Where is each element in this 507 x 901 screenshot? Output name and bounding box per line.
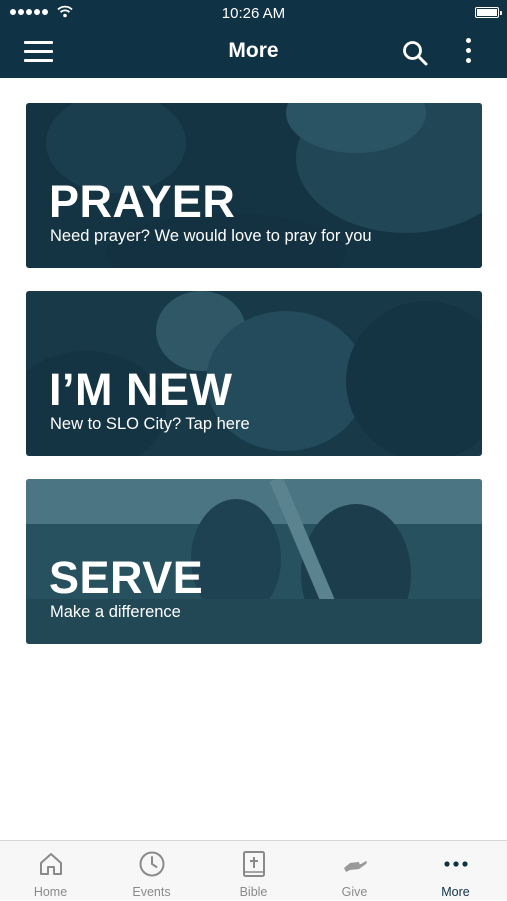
nav-bar: More (0, 26, 507, 78)
serve-card[interactable]: SERVE Make a difference (26, 479, 482, 644)
im-new-card[interactable]: I’M NEW New to SLO City? Tap here (26, 291, 482, 456)
tab-events-label: Events (132, 885, 171, 899)
battery-icon (475, 7, 502, 18)
bible-icon (243, 851, 265, 877)
prayer-card-heading: PRAYER (49, 176, 236, 227)
serve-card-subtitle: Make a difference (50, 603, 181, 621)
prayer-card-subtitle: Need prayer? We would love to pray for y… (50, 227, 372, 245)
tab-more[interactable]: More (405, 841, 506, 901)
tab-give-label: Give (341, 885, 368, 899)
tab-home[interactable]: Home (0, 841, 101, 901)
im-new-card-heading: I’M NEW (49, 364, 233, 415)
status-bar: 10:26 AM (0, 0, 507, 26)
give-hand-icon (344, 861, 367, 872)
tab-more-label: More (441, 885, 470, 899)
more-dots-icon (444, 861, 468, 867)
tab-give[interactable]: Give (304, 841, 405, 901)
tab-bible[interactable]: Bible (203, 841, 304, 901)
clock-icon (139, 851, 165, 877)
serve-card-heading: SERVE (49, 552, 204, 603)
tab-bible-label: Bible (239, 885, 268, 899)
top-bar: 10:26 AM More (0, 0, 507, 78)
im-new-card-subtitle: New to SLO City? Tap here (50, 415, 250, 433)
overflow-menu-icon[interactable] (461, 38, 475, 66)
tab-events[interactable]: Events (101, 841, 202, 901)
prayer-card[interactable]: PRAYER Need prayer? We would love to pra… (26, 103, 482, 268)
status-time: 10:26 AM (221, 5, 286, 22)
page-title: More (228, 39, 279, 62)
tab-bar: Home Events Bible Give More (0, 840, 507, 900)
search-icon[interactable] (401, 39, 429, 67)
tab-home-label: Home (33, 885, 68, 899)
home-icon (40, 853, 62, 875)
